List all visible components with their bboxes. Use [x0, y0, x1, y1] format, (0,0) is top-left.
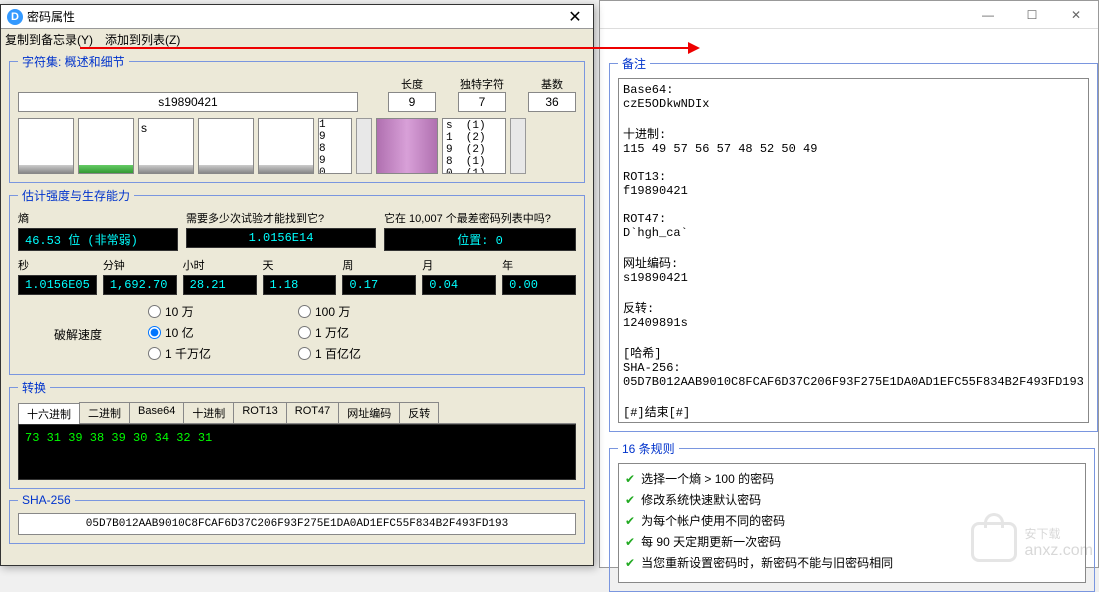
rule-item: ✔选择一个熵 > 100 的密码	[625, 470, 1079, 487]
unit-label-mo: 月	[422, 257, 496, 273]
convert-output[interactable]: 73 31 39 38 39 30 34 32 31	[18, 424, 576, 480]
password-properties-dialog: D 密码属性 ✕ 复制到备忘录(Y) 添加到列表(Z) 字符集: 概述和细节 s…	[0, 4, 594, 566]
minimize-button[interactable]: —	[966, 1, 1010, 29]
charset-fieldset: 字符集: 概述和细节 s19890421 长度 9 独特字符 7 基数	[9, 53, 585, 183]
strength-legend: 估计强度与生存能力	[18, 187, 134, 204]
tab-二进制[interactable]: 二进制	[79, 402, 130, 423]
tries-value: 1.0156E14	[186, 228, 376, 248]
unit-label-yr: 年	[502, 257, 576, 273]
char-count-list[interactable]: s (1) 1 (2) 9 (2) 8 (1) 0 (1)	[442, 118, 506, 174]
speed-option[interactable]: 1 万亿	[298, 324, 448, 341]
unit-value-day: 1.18	[263, 275, 337, 295]
remarks-legend: 备注	[618, 55, 650, 72]
tab-十进制[interactable]: 十进制	[183, 402, 234, 423]
charset-legend: 字符集: 概述和细节	[18, 53, 129, 70]
entropy-label: 熵	[18, 210, 178, 226]
charset-box-2	[78, 118, 134, 174]
close-button[interactable]: ✕	[1054, 1, 1098, 29]
tab-Base64[interactable]: Base64	[129, 402, 184, 423]
remarks-textarea[interactable]: Base64: czE5ODkwNDIx 十进制: 115 49 57 56 5…	[618, 78, 1089, 423]
unit-value-yr: 0.00	[502, 275, 576, 295]
unique-label: 独特字符	[458, 76, 506, 92]
charset-box-1	[18, 118, 74, 174]
check-icon: ✔	[625, 535, 635, 549]
rules-legend: 16 条规则	[618, 440, 679, 457]
menu-copy-to-memo[interactable]: 复制到备忘录(Y)	[5, 31, 93, 48]
maximize-button[interactable]: ☐	[1010, 1, 1054, 29]
base-value: 36	[528, 92, 576, 112]
unit-label-day: 天	[263, 257, 337, 273]
rule-item: ✔为每个帐户使用不同的密码	[625, 512, 1079, 529]
sha-legend: SHA-256	[18, 493, 75, 507]
dialog-title: 密码属性	[27, 8, 563, 25]
rule-item: ✔修改系统快速默认密码	[625, 491, 1079, 508]
menu-add-to-list[interactable]: 添加到列表(Z)	[105, 31, 180, 48]
remarks-fieldset: 备注 Base64: czE5ODkwNDIx 十进制: 115 49 57 5…	[609, 55, 1098, 432]
speed-option[interactable]: 1 千万亿	[148, 345, 298, 362]
check-icon: ✔	[625, 472, 635, 486]
unit-value-min: 1,692.70	[103, 275, 177, 295]
charset-box-3: s	[138, 118, 194, 174]
bg-titlebar: — ☐ ✕	[600, 1, 1098, 29]
tab-十六进制[interactable]: 十六进制	[18, 403, 80, 424]
check-icon: ✔	[625, 556, 635, 570]
scrollbar-2[interactable]	[510, 118, 526, 174]
unit-value-sec: 1.0156E05	[18, 275, 97, 295]
speed-label: 破解速度	[18, 326, 138, 343]
digits-list[interactable]: 1 9 8 9 0	[318, 118, 352, 174]
charset-box-5	[258, 118, 314, 174]
worst-value: 位置: 0	[384, 228, 576, 251]
dialog-menubar: 复制到备忘录(Y) 添加到列表(Z)	[1, 29, 593, 49]
unit-label-min: 分钟	[103, 257, 177, 273]
close-icon[interactable]: ✕	[563, 7, 587, 27]
length-value: 9	[388, 92, 436, 112]
rule-item: ✔当您重新设置密码时，新密码不能与旧密码相同	[625, 554, 1079, 571]
speed-option[interactable]: 100 万	[298, 303, 448, 320]
unit-label-hr: 小时	[183, 257, 257, 273]
strength-fieldset: 估计强度与生存能力 熵 46.53 位 (非常弱) 需要多少次试验才能找到它? …	[9, 187, 585, 375]
tab-ROT13[interactable]: ROT13	[233, 402, 286, 423]
unit-label-wk: 周	[342, 257, 416, 273]
speed-option[interactable]: 10 万	[148, 303, 298, 320]
speed-option[interactable]: 1 百亿亿	[298, 345, 448, 362]
tab-ROT47[interactable]: ROT47	[286, 402, 339, 423]
speed-option[interactable]: 10 亿	[148, 324, 298, 341]
rules-fieldset: 16 条规则 ✔选择一个熵 > 100 的密码 ✔修改系统快速默认密码 ✔为每个帐户…	[609, 440, 1095, 592]
scrollbar-1[interactable]	[356, 118, 372, 174]
tab-反转[interactable]: 反转	[399, 402, 439, 423]
check-icon: ✔	[625, 493, 635, 507]
unit-value-wk: 0.17	[342, 275, 416, 295]
convert-legend: 转换	[18, 379, 50, 396]
unit-label-sec: 秒	[18, 257, 97, 273]
right-panel: 备注 Base64: czE5ODkwNDIx 十进制: 115 49 57 5…	[609, 55, 1095, 564]
sha-value[interactable]: 05D7B012AAB9010C8FCAF6D37C206F93F275E1DA…	[18, 513, 576, 535]
rule-item: ✔每 90 天定期更新一次密码	[625, 533, 1079, 550]
base-label: 基数	[528, 76, 576, 92]
length-label: 长度	[388, 76, 436, 92]
tab-网址编码[interactable]: 网址编码	[338, 402, 400, 423]
tries-label: 需要多少次试验才能找到它?	[186, 210, 376, 226]
unit-value-mo: 0.04	[422, 275, 496, 295]
app-icon: D	[7, 9, 23, 25]
annotation-arrow	[80, 47, 690, 49]
dialog-titlebar[interactable]: D 密码属性 ✕	[1, 5, 593, 29]
spectrum-box	[376, 118, 438, 174]
password-display[interactable]: s19890421	[18, 92, 358, 112]
convert-fieldset: 转换 十六进制二进制Base64十进制ROT13ROT47网址编码反转 73 3…	[9, 379, 585, 489]
unit-value-hr: 28.21	[183, 275, 257, 295]
entropy-value: 46.53 位 (非常弱)	[18, 228, 178, 251]
sha-fieldset: SHA-256 05D7B012AAB9010C8FCAF6D37C206F93…	[9, 493, 585, 544]
charset-box-4	[198, 118, 254, 174]
worst-label: 它在 10,007 个最差密码列表中吗?	[384, 210, 576, 226]
check-icon: ✔	[625, 514, 635, 528]
unique-value: 7	[458, 92, 506, 112]
rules-list[interactable]: ✔选择一个熵 > 100 的密码 ✔修改系统快速默认密码 ✔为每个帐户使用不同的密码…	[618, 463, 1086, 583]
